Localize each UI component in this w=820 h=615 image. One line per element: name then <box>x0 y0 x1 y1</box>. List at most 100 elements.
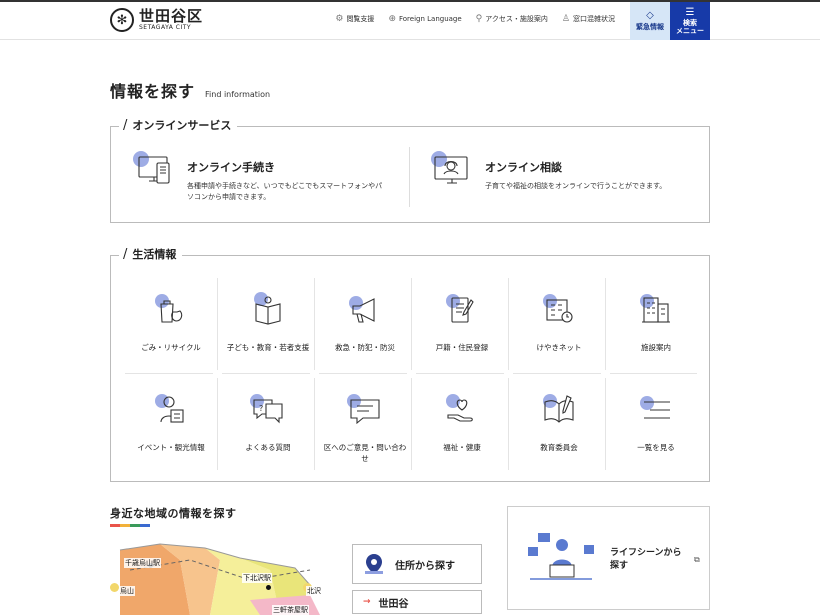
online-services-section: / オンラインサービス オンライン手続き 各種申請や手続きなど、いつでもどこでもス… <box>110 119 710 223</box>
online-procedure-desc: 各種申請や手続きなど、いつでもどこでもスマートフォンやパソコンから申請できます。 <box>187 182 383 201</box>
city-emblem-icon: ✻ <box>110 8 134 32</box>
online-consultation-link[interactable]: オンライン相談 子育てや福祉の相談をオンラインで行うことができます。 <box>429 147 685 192</box>
menu-label: メニュー <box>676 27 704 35</box>
heart-hand-icon <box>444 392 480 428</box>
facility-clock-icon <box>541 292 577 328</box>
pin-icon: ⚲ <box>475 14 483 24</box>
title-underline <box>110 524 150 527</box>
section-heading: / オンラインサービス <box>119 119 238 133</box>
life-info-section: / 生活情報 ごみ・リサイクル 子ども・教育・若者支援 救急・防犯・防災 戸籍・… <box>110 248 710 482</box>
life-item-label: ごみ・リサイクル <box>141 343 201 352</box>
life-item-opinions[interactable]: 区へのご意見・問い合わせ <box>319 378 411 470</box>
question-bubble-icon: ? <box>250 392 286 428</box>
divider <box>409 147 410 207</box>
map-label: 下北沢駅 <box>242 573 272 583</box>
util-crowd-status[interactable]: ♙ 窓口混雑状況 <box>562 14 615 24</box>
globe-icon: ⊕ <box>388 14 396 24</box>
area-section-title: 身近な地域の情報を探す <box>110 507 237 520</box>
life-item-keyaki-net[interactable]: けやきネット <box>513 278 605 370</box>
life-item-children[interactable]: 子ども・教育・若者支援 <box>222 278 314 370</box>
address-button-label: 住所から探す <box>395 560 455 572</box>
life-item-events[interactable]: イベント・観光情報 <box>125 378 217 470</box>
section-heading: / 生活情報 <box>119 248 183 262</box>
util-label: 窓口混雑状況 <box>573 15 615 23</box>
util-accessibility[interactable]: ⚙ 閲覧支援 <box>335 14 374 24</box>
util-label: Foreign Language <box>398 15 462 23</box>
building-icon <box>638 292 674 328</box>
pc-phone-icon <box>131 147 175 191</box>
district-setagaya-button[interactable]: → 世田谷 <box>352 590 482 614</box>
logo-jp: 世田谷区 <box>139 7 204 25</box>
life-scene-label-line1: ライフシーンから <box>610 548 682 558</box>
garbage-bag-icon <box>153 292 189 328</box>
life-item-emergency[interactable]: 救急・防犯・防災 <box>319 278 411 370</box>
life-item-board-of-education[interactable]: 教育委員会 <box>513 378 605 470</box>
logo-en: SETAGAYA CITY <box>139 24 192 31</box>
life-item-label: 施設案内 <box>641 343 671 352</box>
life-item-view-all[interactable]: 一覧を見る <box>610 378 702 470</box>
utility-nav: ⚙ 閲覧支援 ⊕ Foreign Language ⚲ アクセス・施設案内 ♙ 窓口混雑… <box>335 14 615 24</box>
util-label: 閲覧支援 <box>346 15 375 23</box>
map-pin-icon <box>363 552 385 576</box>
map-label: 三軒茶屋駅 <box>272 605 309 615</box>
crowd-icon: ♙ <box>561 14 570 24</box>
search-menu-icon: ☰ <box>685 7 695 18</box>
online-procedure-title: オンライン手続き <box>187 161 275 174</box>
online-consultation-title: オンライン相談 <box>485 161 562 174</box>
page-title-jp: 情報を探す <box>110 82 196 101</box>
life-scene-card[interactable]: ライフシーンから 探す ⧉ <box>507 506 710 610</box>
page-title-en: Find information <box>205 90 271 99</box>
district-map[interactable]: 千歳烏山駅 烏山 下北沢駅 北沢 三軒茶屋駅 <box>110 540 330 615</box>
life-item-label: よくある質問 <box>245 443 291 452</box>
online-procedure-link[interactable]: オンライン手続き 各種申請や手続きなど、いつでもどこでもスマートフォンやパソコン… <box>131 147 387 203</box>
life-item-label: 子ども・教育・若者支援 <box>226 343 310 352</box>
site-header: ✻ 世田谷区 SETAGAYA CITY ⚙ 閲覧支援 ⊕ Foreign Lang… <box>0 2 820 40</box>
life-item-label: イベント・観光情報 <box>137 443 205 452</box>
life-heading: 生活情報 <box>132 248 177 261</box>
life-item-garbage[interactable]: ごみ・リサイクル <box>125 278 217 370</box>
life-scene-illustration-icon <box>526 529 596 589</box>
util-access[interactable]: ⚲ アクセス・施設案内 <box>476 14 548 24</box>
life-item-faq[interactable]: ? よくある質問 <box>222 378 314 470</box>
list-icon <box>638 392 674 428</box>
search-label: 検索 <box>683 19 697 27</box>
life-info-grid: ごみ・リサイクル 子ども・教育・若者支援 救急・防犯・防災 戸籍・住民登録 けや… <box>125 278 697 474</box>
life-item-label: けやきネット <box>536 343 582 352</box>
online-consultation-desc: 子育てや福祉の相談をオンラインで行うことができます。 <box>485 182 667 190</box>
svg-text:?: ? <box>259 404 263 413</box>
chat-bubble-icon <box>347 392 383 428</box>
online-heading: オンラインサービス <box>132 119 232 132</box>
open-book-icon <box>541 392 577 428</box>
life-item-label: 区へのご意見・問い合わせ <box>323 443 407 463</box>
gear-icon: ⚙ <box>335 14 344 24</box>
life-item-label: 教育委員会 <box>540 443 578 452</box>
document-pen-icon <box>444 292 480 328</box>
life-item-welfare[interactable]: 福祉・健康 <box>416 378 508 470</box>
page-title: 情報を探す Find information <box>110 78 270 102</box>
district-label: 世田谷 <box>378 598 409 610</box>
search-by-address-button[interactable]: 住所から探す <box>352 544 482 584</box>
external-window-icon: ⧉ <box>694 555 700 564</box>
alert-diamond-icon: ◇ <box>646 10 654 21</box>
life-item-label: 福祉・健康 <box>443 443 481 452</box>
util-label: アクセス・施設案内 <box>485 15 548 23</box>
life-item-label: 救急・防犯・防災 <box>335 343 395 352</box>
life-item-family-register[interactable]: 戸籍・住民登録 <box>416 278 508 370</box>
life-scene-label-line2: 探す <box>610 561 629 571</box>
life-item-facilities[interactable]: 施設案内 <box>610 278 702 370</box>
child-book-icon <box>250 292 286 328</box>
headset-monitor-icon <box>429 147 473 191</box>
emergency-label: 緊急情報 <box>636 23 664 31</box>
map-label: 北沢 <box>306 586 322 596</box>
emergency-info-button[interactable]: ◇ 緊急情報 <box>630 2 670 40</box>
person-map-icon <box>153 392 189 428</box>
site-logo[interactable]: ✻ 世田谷区 SETAGAYA CITY <box>110 8 203 32</box>
life-scene-label: ライフシーンから 探す <box>610 547 682 573</box>
arrow-right-icon: → <box>363 597 371 607</box>
util-foreign-language[interactable]: ⊕ Foreign Language <box>388 14 461 24</box>
life-item-label: 一覧を見る <box>637 443 675 452</box>
search-menu-button[interactable]: ☰ 検索 メニュー <box>670 2 710 40</box>
map-label: 千歳烏山駅 <box>124 558 161 568</box>
life-item-label: 戸籍・住民登録 <box>435 343 489 352</box>
megaphone-icon <box>347 292 383 328</box>
